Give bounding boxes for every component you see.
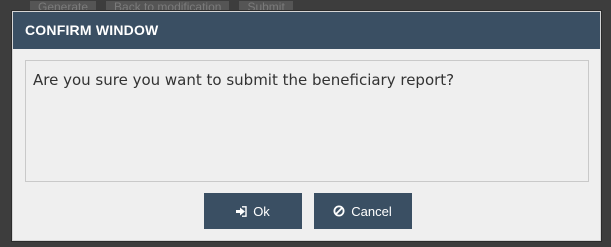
- cancel-button-label: Cancel: [351, 203, 392, 219]
- cancel-button[interactable]: Cancel: [313, 193, 412, 229]
- ok-button[interactable]: Ok: [203, 193, 302, 229]
- dialog-footer: Ok Cancel: [13, 193, 602, 229]
- ban-icon: [333, 205, 345, 217]
- ok-button-label: Ok: [253, 203, 270, 219]
- dialog-message-box: Are you sure you want to submit the bene…: [25, 60, 589, 182]
- confirm-dialog: CONFIRM WINDOW Are you sure you want to …: [12, 11, 601, 241]
- dialog-message: Are you sure you want to submit the bene…: [33, 71, 455, 89]
- dialog-title: CONFIRM WINDOW: [13, 12, 600, 49]
- sign-in-icon: [235, 205, 247, 217]
